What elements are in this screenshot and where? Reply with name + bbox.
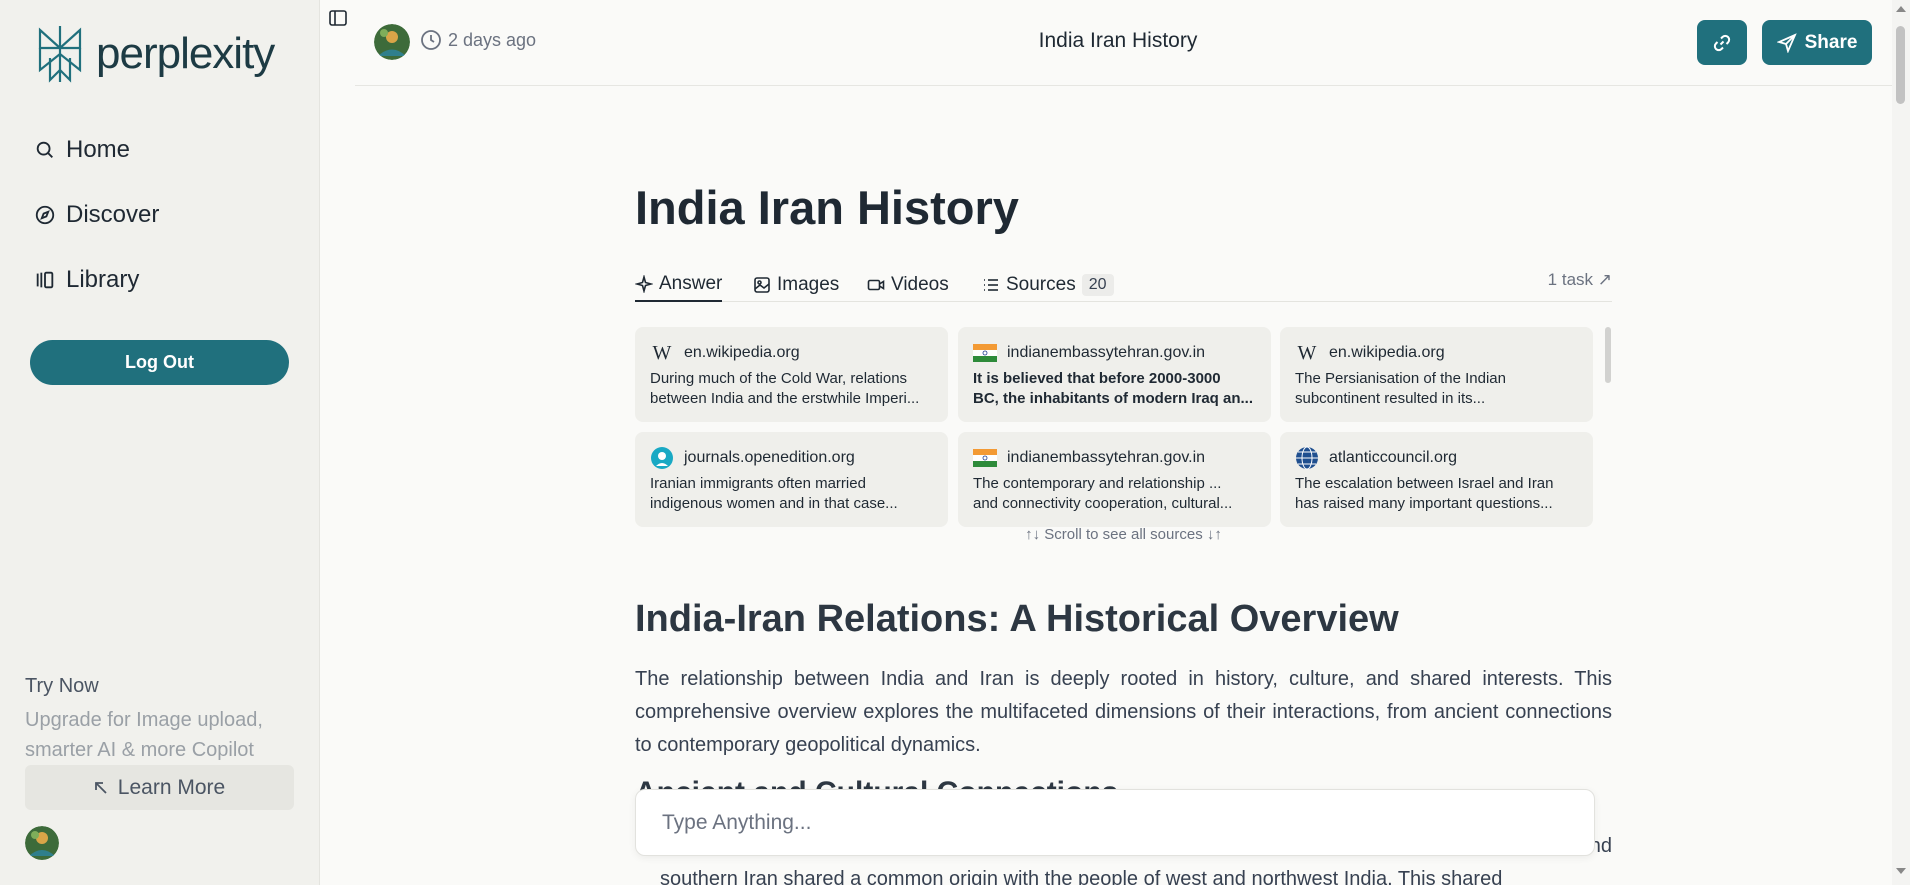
source-snippet-line: The contemporary and relationship ... [973,475,1222,492]
upgrade-text: Upgrade for Image upload, smarter AI & m… [25,709,263,761]
source-domain: indianembassytehran.gov.in [1007,449,1206,466]
author-avatar[interactable] [374,24,410,60]
scroll-up-arrow[interactable] [1896,6,1906,12]
source-card[interactable]: indianembassytehran.gov.in The contempor… [958,432,1271,527]
user-avatar[interactable] [25,826,59,860]
link-icon [1713,34,1731,51]
result-tabs: Answer Images Videos Sources 20 1 task ↗ [635,262,1612,302]
image-icon [754,277,770,293]
brand-logo[interactable]: perplexity [34,24,275,84]
ask-input[interactable] [636,790,1594,855]
body-paragraph-line: southern Iran shared a common origin wit… [660,868,1503,885]
source-card[interactable]: Wen.wikipedia.org The Persianisation of … [1280,327,1593,422]
india-flag-icon [973,449,997,467]
share-button[interactable]: Share [1762,20,1872,65]
list-icon [984,279,998,291]
source-snippet-line: The escalation between Israel and Iran [1295,475,1554,492]
composer [635,789,1595,856]
tab-videos-label: Videos [891,274,949,295]
logout-button[interactable]: Log Out [30,340,289,385]
tab-videos[interactable]: Videos [867,268,949,302]
source-snippet-line: indigenous women and in that case... [650,495,898,512]
source-card[interactable]: indianembassytehran.gov.in It is believe… [958,327,1271,422]
source-snippet-line: During much of the Cold War, relations [650,370,908,387]
header-title: India Iran History [1038,29,1198,52]
share-label: Share [1804,31,1858,53]
source-snippet-line: subcontinent resulted in its... [1295,390,1486,407]
page-title: India Iran History [635,181,1019,234]
source-domain: indianembassytehran.gov.in [1007,344,1206,361]
send-icon [1776,32,1797,53]
wikipedia-icon: W [652,341,672,364]
india-flag-icon [973,344,997,362]
task-link[interactable]: 1 task ↗ [1548,270,1612,290]
sidebar-toggle-icon[interactable] [328,8,348,28]
nav-label-discover: Discover [66,201,160,228]
source-snippet-line: and connectivity cooperation, cultural..… [973,495,1233,512]
source-snippet-line: has raised many important questions... [1295,495,1553,512]
source-snippet-line: Iranian immigrants often married [650,475,866,492]
search-icon [36,141,53,158]
nav-item-library[interactable]: Library [34,260,159,300]
sidebar: perplexity Home Discover Library Log Out… [0,0,320,885]
sources-scroll-thumb[interactable] [1605,327,1611,383]
nav-item-home[interactable]: Home [34,130,159,170]
source-domain: en.wikipedia.org [1329,344,1445,361]
nav-label-library: Library [66,266,140,293]
clock-icon [421,30,441,50]
source-snippet-line: between India and the erstwhile Imperi..… [650,390,920,407]
video-icon [867,279,885,291]
library-icon [36,271,54,289]
source-card[interactable]: journals.openedition.org Iranian immigra… [635,432,948,527]
tab-sources[interactable]: Sources 20 [982,268,1114,302]
copy-link-button[interactable] [1697,20,1747,65]
sources-scroll-hint: ↑↓ Scroll to see all sources ↓↑ [1025,526,1222,543]
brand-name: perplexity [96,29,275,78]
openedition-icon [651,447,673,469]
source-snippet-line: The Persianisation of the Indian [1295,370,1506,387]
sidebar-nav: Home Discover Library [34,130,159,325]
try-now-label: Try Now [25,675,99,697]
tab-answer-label: Answer [659,273,723,294]
tab-images[interactable]: Images [753,268,839,302]
scroll-thumb[interactable] [1896,26,1905,104]
source-domain: journals.openedition.org [684,449,855,466]
arrow-up-left-icon [94,781,107,794]
source-snippet-line: It is believed that before 2000-3000 [973,370,1221,387]
source-card[interactable]: atlanticcouncil.org The escalation betwe… [1280,432,1593,527]
tab-answer[interactable]: Answer [635,268,723,302]
wikipedia-icon: W [1297,341,1317,364]
nav-label-home: Home [66,136,131,163]
tab-images-label: Images [777,274,840,295]
sparkle-icon [635,275,653,293]
learn-more-label: Learn More [117,775,226,799]
learn-more-button[interactable]: Learn More [25,765,294,810]
time-ago-text: 2 days ago [448,29,537,50]
scroll-down-arrow[interactable] [1896,868,1906,874]
tab-sources-label: Sources [1006,274,1076,295]
source-snippet-line: BC, the inhabitants of modern Iraq an... [973,390,1254,407]
intro-paragraph: The relationship between India and Iran … [635,668,1612,756]
source-domain: en.wikipedia.org [684,344,800,361]
nav-item-discover[interactable]: Discover [34,195,159,235]
globe-icon [1296,446,1318,470]
thread-timestamp: 2 days ago [420,29,536,51]
section-heading: India-Iran Relations: A Historical Overv… [635,598,1399,640]
perplexity-logo-icon [38,26,82,83]
page-scrollbar[interactable] [1892,0,1910,885]
sources-count-badge: 20 [1081,274,1114,296]
source-domain: atlanticcouncil.org [1329,449,1458,466]
source-card[interactable]: Wen.wikipedia.org During much of the Col… [635,327,948,422]
compass-icon [35,205,55,225]
